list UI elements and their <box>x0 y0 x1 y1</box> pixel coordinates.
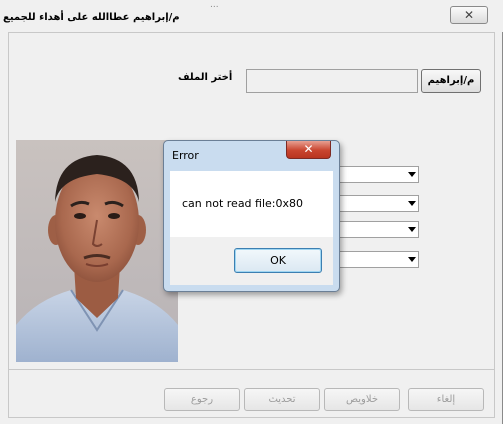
choose-file-label: أختر الملف <box>178 72 233 83</box>
ok-button[interactable]: OK <box>234 248 322 273</box>
chevron-down-icon <box>408 172 416 177</box>
dialog-footer: OK <box>170 237 333 285</box>
cells-button[interactable]: خلاويص <box>324 388 400 411</box>
main-window: ... م/إبراهيم عطاالله على أهداء للجميع ✕… <box>0 0 503 424</box>
browse-button[interactable]: م/إبراهيم <box>421 69 481 93</box>
separator-line <box>8 369 495 370</box>
chevron-down-icon <box>408 201 416 206</box>
profile-photo <box>16 140 178 362</box>
close-icon: ✕ <box>463 8 475 22</box>
window-title: م/إبراهيم عطاالله على أهداء للجميع <box>3 12 180 23</box>
dropdown-1[interactable] <box>333 166 419 183</box>
chevron-down-icon <box>408 257 416 262</box>
chevron-down-icon <box>408 227 416 232</box>
window-close-button[interactable]: ✕ <box>450 6 488 24</box>
error-dialog: Error ✕ can not read file:0x80 OK <box>163 140 340 292</box>
close-icon: ✕ <box>303 142 314 156</box>
back-button[interactable]: رجوع <box>164 388 240 411</box>
dropdown-4[interactable] <box>333 251 419 268</box>
dialog-body: can not read file:0x80 <box>170 171 333 237</box>
dropdown-3[interactable] <box>333 221 419 238</box>
title-bar: ... م/إبراهيم عطاالله على أهداء للجميع ✕ <box>0 0 503 32</box>
error-message: can not read file:0x80 <box>182 197 303 210</box>
background-window-title: ... <box>210 0 219 10</box>
dialog-title: Error <box>172 149 199 162</box>
file-path-field[interactable] <box>246 69 418 93</box>
update-button[interactable]: تحديث <box>244 388 320 411</box>
dropdown-2[interactable] <box>333 195 419 212</box>
cancel-button[interactable]: إلغاء <box>408 388 484 411</box>
portrait-image <box>16 140 178 362</box>
dialog-close-button[interactable]: ✕ <box>286 141 331 159</box>
